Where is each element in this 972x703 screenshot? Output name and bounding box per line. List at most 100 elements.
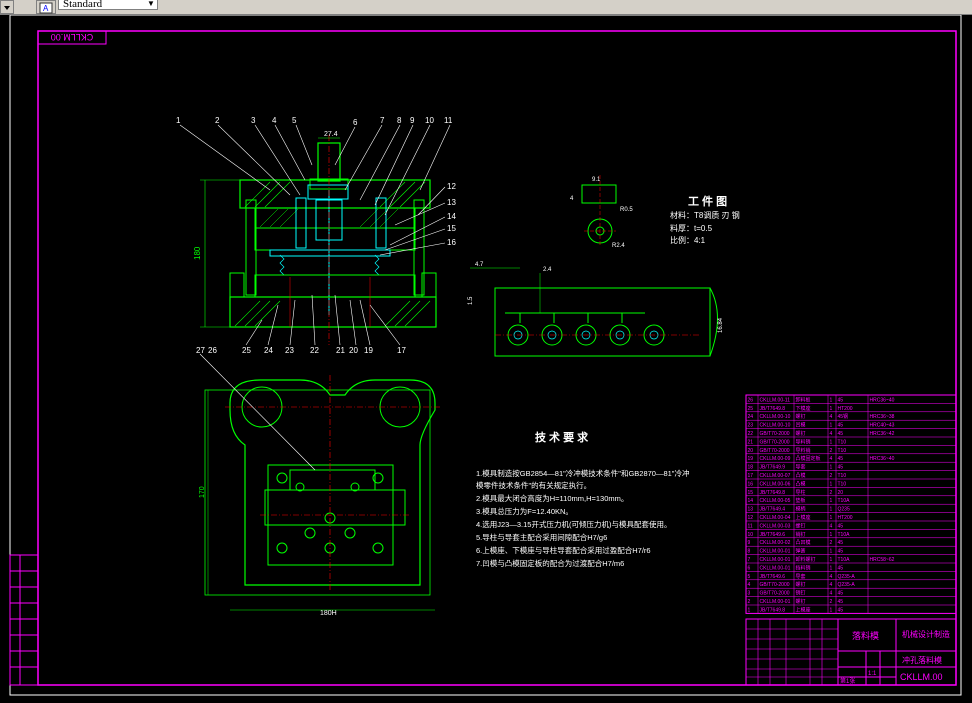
bom-cell: T10 [838,473,847,479]
svg-text:21: 21 [336,346,345,355]
bom-cell: 45 [838,431,844,437]
bom-cell: HRC40~43 [870,423,895,429]
bom-cell: 1 [830,549,833,555]
svg-text:模零件技术条件"的有关规定执行。: 模零件技术条件"的有关规定执行。 [476,480,591,490]
bom-cell: 26 [748,397,754,403]
chevron-down-icon[interactable]: ▼ [146,0,156,9]
bom-cell: 导套 [796,573,806,580]
svg-text:6: 6 [353,118,358,127]
bom-cell: 上模座 [796,606,811,613]
title-school: 机械设计制造 [902,629,950,639]
svg-text:4.选用J23—3.15开式压力机(可倾压力机)与模具配套使: 4.选用J23—3.15开式压力机(可倾压力机)与模具配套使用。 [476,519,671,529]
bom-cell: 10 [748,532,754,538]
bom-cell: CKLLM.00-04 [760,515,791,521]
bom-cell: JB/T7649.8 [760,490,786,496]
bom-cell: 45 [838,599,844,605]
bom-cell: 1 [830,515,833,521]
bom-cell: 4 [830,574,833,580]
svg-text:14: 14 [447,212,456,221]
dropdown-arrow-icon[interactable] [0,0,14,14]
svg-text:16: 16 [447,238,456,247]
bom-cell: 弹簧 [796,548,806,555]
bom-cell: T10A [838,498,851,504]
title-scale: 1:1 [868,671,877,677]
callout-labels-bottom: 25 24 23 22 21 20 19 17 26 27 [196,346,406,355]
bom-cell: JB/T7649.9 [760,465,786,471]
svg-text:5.导柱与导套主配合采用间隙配合H7/g6: 5.导柱与导套主配合采用间隙配合H7/g6 [476,532,607,542]
svg-text:5: 5 [292,116,297,125]
bom-cell: 螺钉 [796,581,806,588]
dim-strip-c: 1.5 [468,296,474,305]
dim-top-width: 27.4 [324,131,338,138]
svg-text:技 术 要 求: 技 术 要 求 [535,430,589,444]
svg-text:1.模具制造按GB2854—81"冷冲模技术条件"和GB28: 1.模具制造按GB2854—81"冷冲模技术条件"和GB2870—81"冷冲 [476,468,689,478]
bom-cell: 导套 [796,464,806,471]
bom-cell: 凸模 [796,472,806,479]
strip-layout: 4.7 2.4 1.5 16.84 [468,262,724,357]
bom-cell: 垫板 [796,497,806,504]
bom-cell: T10 [838,439,847,445]
dim-plan-width: 180H [320,610,337,617]
svg-text:4: 4 [272,116,277,125]
bom-cell: 14 [748,498,754,504]
bom-cell: 4 [830,591,833,597]
bom-cell: 2 [830,473,833,479]
technical-requirements: 技 术 要 求 1.模具制造按GB2854—81"冷冲模技术条件"和GB2870… [476,430,689,568]
bom-cell: 1 [830,423,833,429]
bom-cell: 螺钉 [796,430,806,437]
svg-text:9: 9 [410,116,415,125]
callout-labels-right: 12 13 14 15 16 [447,182,456,247]
bom-cell: Q235-A [838,582,856,588]
bom-cell: T10A [838,532,851,538]
svg-text:23: 23 [285,346,294,355]
bom-cell: HRC36~40 [870,397,895,403]
bom-cell: 凹模 [796,422,806,429]
bom-cell: 2 [830,599,833,605]
bom-cell: CKLLM.00-01 [760,557,791,563]
bom-cell: 45 [838,540,844,546]
dim-part-c: R2.4 [612,243,625,249]
bom-cell: 4 [830,523,833,529]
outer-border [9,15,962,696]
text-style-icon[interactable]: A [36,0,56,14]
bom-cell: 45钢 [838,413,849,420]
text-style-combo[interactable]: Standard ▼ [58,0,158,10]
bom-cell: HRC36~38 [870,414,895,420]
svg-text:7.凹模与凸模固定板的配合为过渡配合H7/m6: 7.凹模与凸模固定板的配合为过渡配合H7/m6 [476,558,624,568]
left-side-labels [9,554,39,686]
bom-cell: HRC36~42 [870,431,895,437]
bom-cell: CKLLM.00-01 [760,565,791,571]
drawing-canvas[interactable]: CKLLM.00 180 27.4 1 2 3 4 5 6 7 8 9 10 1… [0,15,972,703]
callouts-top [179,124,451,256]
bom-cell: 17 [748,473,754,479]
bom-cell: 销钉 [796,531,806,538]
svg-text:料厚：t=0.5: 料厚：t=0.5 [670,223,713,233]
bom-cell: Q235-A [838,574,856,580]
bom-cell: 45 [838,607,844,613]
title-sheet: 第1张 [840,677,855,685]
dim-strip-b: 2.4 [543,267,552,273]
text-style-value: Standard [63,0,103,10]
bom-cell: 螺钉 [796,598,806,605]
bom-cell: 15 [748,490,754,496]
bom-cell: 23 [748,423,754,429]
bom-cell: 4 [830,431,833,437]
bom-cell: 1 [830,498,833,504]
bom-cell: 导料销 [796,438,811,445]
bom-cell: GB/T70-2000 [760,431,790,437]
bom-cell: 45 [838,423,844,429]
title-block: 落料模 机械设计制造 冲孔落料模 CKLLM.00 1:1 第1张 [745,618,957,686]
bom-cell: 6 [748,565,751,571]
bom-cell: CKLLM.00-01 [760,549,791,555]
svg-text:3.模具总压力为F=12.40KN。: 3.模具总压力为F=12.40KN。 [476,506,573,516]
bom-cell: 2 [830,490,833,496]
bom-cell: CKLLM.00-01 [760,599,791,605]
svg-text:比例：4:1: 比例：4:1 [670,235,706,245]
svg-text:A: A [43,4,49,13]
bom-cell: 1 [830,465,833,471]
dim-strip-d: 16.84 [718,317,724,333]
svg-text:24: 24 [264,346,273,355]
bom-cell: GB/T70-2000 [760,582,790,588]
bom-cell: 销钉 [796,590,806,597]
bom-cell: 20 [748,448,754,454]
